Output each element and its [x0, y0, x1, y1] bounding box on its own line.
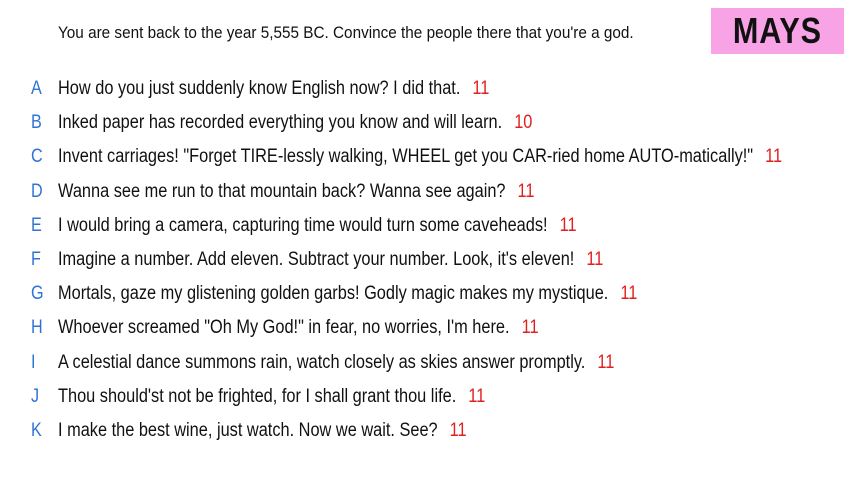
- answer-letter: C: [31, 146, 43, 168]
- answer-text: I make the best wine, just watch. Now we…: [58, 419, 438, 441]
- answer-letter: H: [31, 317, 43, 339]
- answer-score: 11: [586, 249, 604, 271]
- answer-text: Inked paper has recorded everything you …: [58, 112, 503, 134]
- name-label: MAYS: [732, 10, 823, 51]
- answer-row-b: B Inked paper has recorded everything yo…: [0, 106, 853, 140]
- answer-row-i: I A celestial dance summons rain, watch …: [0, 346, 853, 380]
- answer-line: Mortals, gaze my glistening golden garbs…: [58, 283, 637, 305]
- prompt-text: You are sent back to the year 5,555 BC. …: [58, 23, 634, 42]
- answer-row-g: G Mortals, gaze my glistening golden gar…: [0, 277, 853, 311]
- answer-text: Imagine a number. Add eleven. Subtract y…: [58, 249, 575, 271]
- answer-row-c: C Invent carriages! "Forget TIRE-lessly …: [0, 140, 853, 174]
- answer-line: Imagine a number. Add eleven. Subtract y…: [58, 249, 603, 271]
- answer-line: I would bring a camera, capturing time w…: [58, 215, 577, 237]
- answer-row-k: K I make the best wine, just watch. Now …: [0, 414, 853, 448]
- answer-row-a: A How do you just suddenly know English …: [0, 72, 853, 106]
- answer-score: 10: [514, 112, 533, 134]
- answer-text: I would bring a camera, capturing time w…: [58, 214, 548, 236]
- answer-line: Whoever screamed "Oh My God!" in fear, n…: [58, 317, 539, 339]
- answer-letter: J: [31, 385, 40, 407]
- name-badge: MAYS: [711, 8, 844, 54]
- answer-list: A How do you just suddenly know English …: [0, 72, 853, 448]
- answer-letter: K: [31, 419, 42, 441]
- answer-letter: D: [31, 180, 43, 202]
- answer-line: Invent carriages! "Forget TIRE-lessly wa…: [58, 146, 782, 168]
- answer-letter: I: [31, 351, 36, 373]
- answer-text: Whoever screamed "Oh My God!" in fear, n…: [58, 317, 510, 339]
- answer-letter: F: [31, 249, 41, 271]
- answer-text: Mortals, gaze my glistening golden garbs…: [58, 283, 609, 305]
- answer-score: 11: [620, 283, 638, 305]
- answer-score: 11: [597, 351, 615, 373]
- answer-score: 11: [765, 146, 783, 168]
- answer-letter: E: [31, 214, 42, 236]
- answer-text: A celestial dance summons rain, watch cl…: [58, 351, 586, 373]
- answer-score: 11: [468, 385, 486, 407]
- answer-line: Thou should'st not be frighted, for I sh…: [58, 386, 485, 408]
- answer-score: 11: [472, 78, 490, 100]
- answer-line: I make the best wine, just watch. Now we…: [58, 420, 467, 442]
- answer-letter: A: [31, 78, 42, 100]
- answer-score: 11: [449, 419, 467, 441]
- answer-text: Invent carriages! "Forget TIRE-lessly wa…: [58, 146, 754, 168]
- answer-letter: B: [31, 112, 42, 134]
- answer-score: 11: [517, 180, 535, 202]
- answer-score: 11: [559, 214, 577, 236]
- answer-text: How do you just suddenly know English no…: [58, 78, 461, 100]
- answer-line: Wanna see me run to that mountain back? …: [58, 181, 535, 203]
- answer-line: How do you just suddenly know English no…: [58, 78, 489, 100]
- answer-line: Inked paper has recorded everything you …: [58, 112, 532, 134]
- answer-row-d: D Wanna see me run to that mountain back…: [0, 175, 853, 209]
- answer-text: Thou should'st not be frighted, for I sh…: [58, 385, 457, 407]
- answer-row-j: J Thou should'st not be frighted, for I …: [0, 380, 853, 414]
- answer-row-f: F Imagine a number. Add eleven. Subtract…: [0, 243, 853, 277]
- answer-score: 11: [521, 317, 539, 339]
- answer-letter: G: [31, 283, 44, 305]
- answer-row-e: E I would bring a camera, capturing time…: [0, 209, 853, 243]
- answer-line: A celestial dance summons rain, watch cl…: [58, 352, 614, 374]
- answer-text: Wanna see me run to that mountain back? …: [58, 180, 506, 202]
- answer-row-h: H Whoever screamed "Oh My God!" in fear,…: [0, 311, 853, 345]
